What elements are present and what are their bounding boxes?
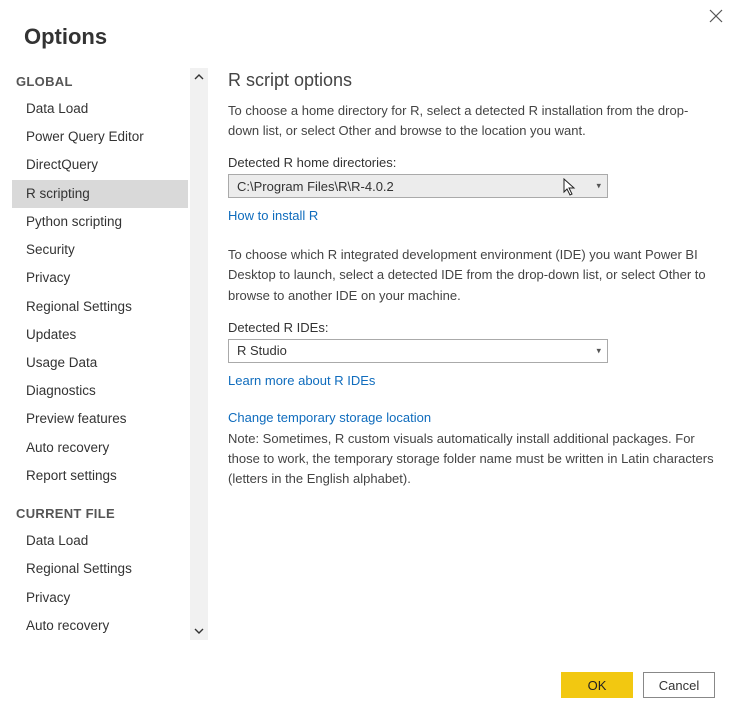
sidebar-item-cf-data-load[interactable]: Data Load	[12, 527, 188, 555]
dialog-title: Options	[0, 0, 737, 68]
home-dir-value: C:\Program Files\R\R-4.0.2	[237, 179, 394, 194]
ok-button[interactable]: OK	[561, 672, 633, 698]
temp-note: Note: Sometimes, R custom visuals automa…	[228, 429, 715, 489]
sidebar-item-python-scripting[interactable]: Python scripting	[12, 208, 188, 236]
sidebar-item-cf-auto-recovery[interactable]: Auto recovery	[12, 612, 188, 640]
ide-label: Detected R IDEs:	[228, 320, 715, 335]
intro-text: To choose a home directory for R, select…	[228, 101, 715, 141]
dialog-body: GLOBAL Data Load Power Query Editor Dire…	[0, 68, 737, 640]
home-dir-label: Detected R home directories:	[228, 155, 715, 170]
section-header-current-file: CURRENT FILE	[12, 500, 188, 527]
ide-value: R Studio	[237, 343, 287, 358]
sidebar-item-power-query-editor[interactable]: Power Query Editor	[12, 123, 188, 151]
scroll-down-icon[interactable]	[190, 622, 208, 640]
sidebar-item-usage-data[interactable]: Usage Data	[12, 349, 188, 377]
sidebar-item-r-scripting[interactable]: R scripting	[12, 180, 188, 208]
cursor-icon	[563, 178, 577, 200]
learn-ides-link[interactable]: Learn more about R IDEs	[228, 373, 375, 388]
sidebar-item-auto-recovery[interactable]: Auto recovery	[12, 434, 188, 462]
sidebar-scrollbar[interactable]	[190, 68, 208, 640]
chevron-down-icon: ▾	[596, 345, 601, 356]
sidebar-item-data-load[interactable]: Data Load	[12, 95, 188, 123]
change-temp-link[interactable]: Change temporary storage location	[228, 410, 431, 425]
sidebar-item-privacy[interactable]: Privacy	[12, 264, 188, 292]
sidebar-item-report-settings[interactable]: Report settings	[12, 462, 188, 490]
dialog-footer: OK Cancel	[561, 672, 715, 698]
scroll-up-icon[interactable]	[190, 68, 208, 86]
close-icon[interactable]	[709, 8, 723, 26]
how-to-install-link[interactable]: How to install R	[228, 208, 318, 223]
sidebar-item-diagnostics[interactable]: Diagnostics	[12, 377, 188, 405]
sidebar-item-regional-settings[interactable]: Regional Settings	[12, 293, 188, 321]
sidebar-item-directquery[interactable]: DirectQuery	[12, 151, 188, 179]
sidebar-item-cf-regional-settings[interactable]: Regional Settings	[12, 555, 188, 583]
home-dir-select[interactable]: C:\Program Files\R\R-4.0.2 ▾	[228, 174, 608, 198]
sidebar-item-security[interactable]: Security	[12, 236, 188, 264]
chevron-down-icon: ▾	[596, 181, 601, 192]
ide-select[interactable]: R Studio ▾	[228, 339, 608, 363]
sidebar: GLOBAL Data Load Power Query Editor Dire…	[12, 68, 208, 640]
sidebar-item-cf-privacy[interactable]: Privacy	[12, 584, 188, 612]
sidebar-list: GLOBAL Data Load Power Query Editor Dire…	[12, 68, 188, 640]
options-dialog: Options GLOBAL Data Load Power Query Edi…	[0, 0, 737, 714]
section-header-global: GLOBAL	[12, 68, 188, 95]
sidebar-item-preview-features[interactable]: Preview features	[12, 405, 188, 433]
sidebar-item-updates[interactable]: Updates	[12, 321, 188, 349]
panel-heading: R script options	[228, 70, 715, 91]
cancel-button[interactable]: Cancel	[643, 672, 715, 698]
ide-intro-text: To choose which R integrated development…	[228, 245, 715, 305]
main-panel: R script options To choose a home direct…	[208, 68, 737, 640]
